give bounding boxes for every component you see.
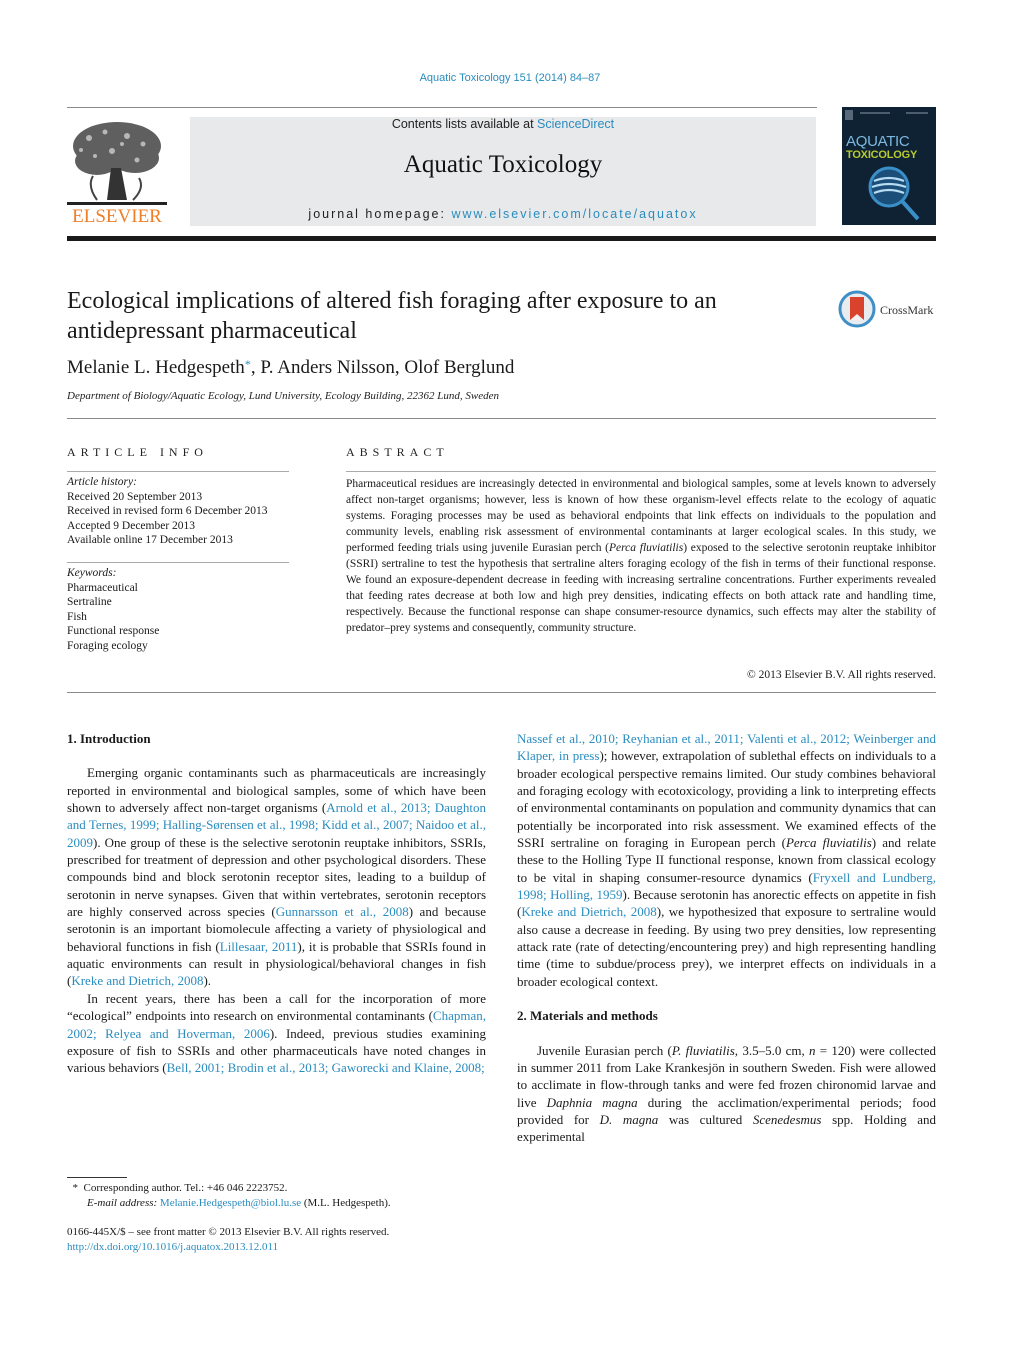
journal-citation-link[interactable]: Aquatic Toxicology 151 (2014) 84–87 [0, 72, 1020, 84]
article-history: Article history: Received 20 September 2… [67, 475, 268, 548]
italic-term: Perca fluviatilis [785, 835, 872, 851]
title-rule [67, 418, 936, 419]
intro-paragraph-1: Emerging organic contaminants such as ph… [67, 764, 486, 989]
article-title: Ecological implications of altered fish … [67, 288, 717, 344]
author-name-list: , P. Anders Nilsson, Olof Berglund [250, 357, 515, 378]
abstract-text-part: ) exposed to the selective serotonin reu… [346, 542, 936, 634]
crossmark-icon [838, 290, 876, 328]
section-heading-methods: 2. Materials and methods [517, 1008, 658, 1024]
journal-cover-image[interactable]: AQUATIC TOXICOLOGY [842, 107, 936, 225]
intro-paragraph-2: In recent years, there has been a call f… [67, 990, 486, 1077]
masthead-rule [67, 236, 936, 241]
journal-homepage-line: journal homepage: www.elsevier.com/locat… [190, 207, 816, 221]
elsevier-wordmark: ELSEVIER [72, 206, 162, 227]
text-run: was cultured [658, 1111, 753, 1127]
text-run: Juvenile Eurasian perch ( [537, 1042, 672, 1058]
italic-term: P. fluviatilis [671, 1042, 735, 1058]
footnotes: * Corresponding author. Tel.: +46 046 22… [67, 1181, 487, 1211]
keyword-item: Functional response [67, 625, 160, 637]
footnote-rule [67, 1177, 127, 1178]
crossmark-button[interactable]: CrossMark [838, 290, 938, 330]
sciencedirect-link[interactable]: ScienceDirect [537, 117, 614, 131]
abstract-rule [346, 471, 936, 472]
homepage-prefix: journal homepage: [308, 207, 452, 221]
affiliation: Department of Biology/Aquatic Ecology, L… [67, 390, 499, 402]
abstract-bottom-rule [67, 692, 936, 693]
section-heading-introduction: 1. Introduction [67, 731, 151, 746]
journal-title: Aquatic Toxicology [403, 151, 603, 178]
contents-line: Contents lists available at ScienceDirec… [190, 117, 816, 131]
header-rule [67, 107, 817, 108]
keywords: Keywords: Pharmaceutical Sertraline Fish… [67, 566, 159, 653]
email-suffix: (M.L. Hedgespeth). [301, 1197, 391, 1209]
email-footnote: E-mail address: Melanie.Hedgespeth@biol.… [67, 1196, 487, 1211]
footnote-marker: * [72, 1182, 79, 1194]
citation-link[interactable]: Kreke and Dietrich, 2008 [71, 973, 203, 988]
abstract-text: Pharmaceutical residues are increasingly… [346, 476, 936, 636]
italic-term: D. magna [599, 1111, 659, 1127]
text-run: In recent years, there has been a call f… [67, 990, 486, 1024]
text-run: ). [203, 973, 212, 989]
italic-term: Scenedesmus [752, 1111, 822, 1127]
elsevier-logo[interactable]: ELSEVIER [67, 116, 167, 228]
journal-masthead: Contents lists available at ScienceDirec… [190, 117, 816, 226]
citation-link[interactable]: Lillesaar, 2011 [220, 939, 298, 954]
email-label: E-mail address: [87, 1197, 158, 1209]
history-item: Received in revised form 6 December 2013 [67, 505, 268, 517]
cover-magnifier-icon [845, 110, 928, 221]
abstract-copyright: © 2013 Elsevier B.V. All rights reserved… [747, 669, 936, 681]
intro-paragraph-2-continued: Nassef et al., 2010; Reyhanian et al., 2… [517, 730, 936, 990]
elsevier-tree-icon [67, 122, 167, 205]
cover-title-line2: TOXICOLOGY [846, 149, 918, 161]
article-info-heading: ARTICLE INFO [67, 445, 208, 459]
abstract-heading: ABSTRACT [346, 445, 449, 459]
doi-link[interactable]: http://dx.doi.org/10.1016/j.aquatox.2013… [67, 1241, 278, 1253]
keyword-item: Pharmaceutical [67, 581, 138, 594]
citation-link[interactable]: Bell, 2001; Brodin et al., 2013; Gaworec… [167, 1060, 485, 1075]
citation-link[interactable]: Gunnarsson et al., 2008 [276, 904, 409, 919]
article-info-rule [67, 562, 289, 563]
corresponding-author-text: Corresponding author. Tel.: +46 046 2223… [83, 1182, 288, 1194]
italic-term: Daphnia magna [546, 1094, 638, 1110]
journal-homepage-link[interactable]: www.elsevier.com/locate/aquatox [451, 207, 697, 221]
history-item: Accepted 9 December 2013 [67, 519, 196, 532]
keyword-item: Foraging ecology [67, 639, 148, 652]
author-list: Melanie L. Hedgespeth*, P. Anders Nilsso… [67, 357, 514, 379]
body-column-right: Nassef et al., 2010; Reyhanian et al., 2… [517, 730, 936, 1146]
history-item: Received 20 September 2013 [67, 490, 203, 503]
citation-link[interactable]: Kreke and Dietrich, 2008 [521, 904, 656, 919]
text-run: , 3.5–5.0 cm, [734, 1042, 810, 1058]
history-item: Available online 17 December 2013 [67, 534, 233, 546]
keyword-item: Fish [67, 610, 87, 623]
body-column-left: 1. Introduction Emerging organic contami… [67, 730, 486, 1077]
article-history-label: Article history: [67, 476, 137, 488]
species-name: Perca fluviatilis [609, 542, 684, 554]
keywords-label: Keywords: [67, 567, 117, 579]
crossmark-label: CrossMark [880, 303, 934, 317]
keyword-item: Sertraline [67, 596, 112, 608]
issn-line: 0166-445X/$ – see front matter © 2013 El… [67, 1226, 390, 1238]
methods-paragraph-1: Juvenile Eurasian perch (P. fluviatilis,… [517, 1042, 936, 1146]
corresponding-author-footnote: * Corresponding author. Tel.: +46 046 22… [67, 1181, 487, 1196]
author-name[interactable]: Melanie L. Hedgespeth [67, 357, 245, 378]
email-link[interactable]: Melanie.Hedgespeth@biol.lu.se [160, 1197, 301, 1209]
article-info-rule [67, 471, 289, 472]
cover-title-line1: AQUATIC [846, 133, 910, 150]
front-matter-info: 0166-445X/$ – see front matter © 2013 El… [67, 1225, 487, 1255]
contents-prefix: Contents lists available at [391, 117, 538, 131]
